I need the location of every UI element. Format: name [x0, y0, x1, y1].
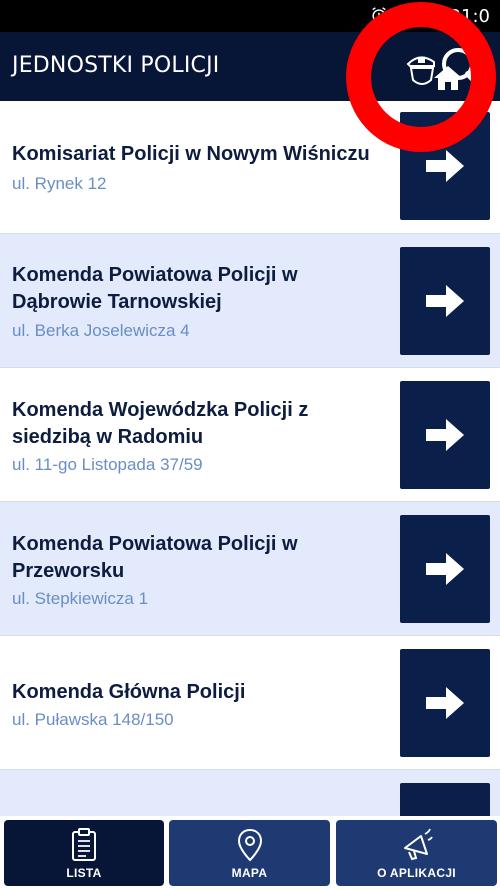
- open-unit-button[interactable]: [400, 515, 490, 623]
- units-list[interactable]: Komisariat Policji w Nowym Wiśniczu ul. …: [0, 101, 500, 816]
- clipboard-list-icon: [72, 828, 96, 861]
- megaphone-icon: [403, 828, 433, 861]
- status-icons: [370, 6, 440, 24]
- nav-label: MAPA: [231, 866, 268, 880]
- unit-address: ul. Berka Joselewicza 4: [12, 321, 190, 340]
- arrow-right-icon: [426, 687, 464, 719]
- police-station-search-icon[interactable]: [404, 44, 490, 92]
- list-item[interactable]: [0, 770, 500, 816]
- list-item[interactable]: Komenda Powiatowa Policji w Dąbrowie Tar…: [0, 234, 500, 368]
- status-time: 21:0: [449, 6, 490, 27]
- arrow-right-icon: [426, 150, 464, 182]
- unit-title: Komenda Powiatowa Policji w Dąbrowie Tar…: [12, 264, 298, 313]
- nav-lista-button[interactable]: LISTA: [4, 820, 164, 886]
- open-unit-button[interactable]: [400, 112, 490, 220]
- arrow-right-icon: [426, 419, 464, 451]
- map-pin-icon: [237, 828, 262, 862]
- list-item[interactable]: Komisariat Policji w Nowym Wiśniczu ul. …: [0, 101, 500, 234]
- nav-label: O APLIKACJI: [377, 866, 456, 880]
- signal-icon: [423, 7, 439, 23]
- open-unit-button[interactable]: [400, 649, 490, 757]
- arrow-right-icon: [426, 285, 464, 317]
- app-bar: JEDNOSTKI POLICJI: [0, 32, 500, 101]
- unit-address: ul. 11-go Listopada 37/59: [12, 455, 203, 474]
- nav-mapa-button[interactable]: MAPA: [169, 820, 330, 886]
- unit-title: Komenda Powiatowa Policji w Przeworsku: [12, 533, 298, 582]
- nav-o-aplikacji-button[interactable]: O APLIKACJI: [336, 820, 497, 886]
- wifi-icon: [397, 9, 413, 23]
- unit-address: ul. Stepkiewicza 1: [12, 589, 149, 608]
- arrow-right-icon: [426, 553, 464, 585]
- list-item[interactable]: Komenda Główna Policji ul. Puławska 148/…: [0, 636, 500, 770]
- open-unit-button[interactable]: [400, 381, 490, 489]
- page-title: JEDNOSTKI POLICJI: [12, 53, 220, 78]
- nav-label: LISTA: [66, 866, 102, 880]
- list-item[interactable]: Komenda Powiatowa Policji w Przeworsku u…: [0, 502, 500, 636]
- unit-title: Komenda Główna Policji: [12, 681, 246, 703]
- unit-address: ul. Puławska 148/150: [12, 710, 174, 729]
- unit-title: Komisariat Policji w Nowym Wiśniczu: [12, 143, 370, 165]
- list-item[interactable]: Komenda Wojewódzka Policji z siedzibą w …: [0, 368, 500, 502]
- open-unit-button[interactable]: [400, 783, 490, 816]
- alarm-icon: [372, 7, 386, 23]
- open-unit-button[interactable]: [400, 247, 490, 355]
- unit-title: Komenda Wojewódzka Policji z siedzibą w …: [12, 399, 309, 448]
- bottom-nav: LISTA MAPA O APLIKACJI: [0, 816, 500, 889]
- status-bar: 21:0: [0, 0, 500, 32]
- unit-address: ul. Rynek 12: [12, 174, 107, 193]
